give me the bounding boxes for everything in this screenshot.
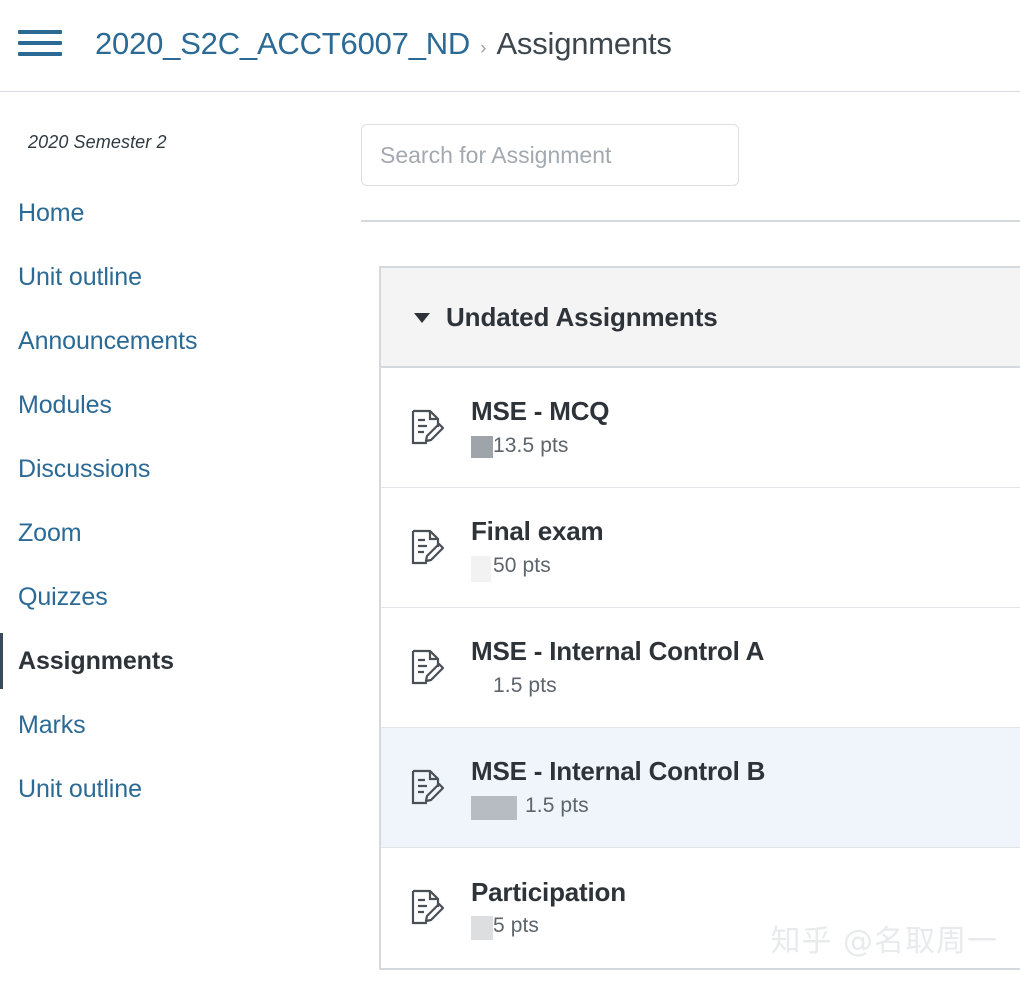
breadcrumb-course-link[interactable]: 2020_S2C_ACCT6007_ND [95,26,470,62]
redaction-block [471,555,491,582]
assignment-meta: 1.5 pts [471,674,764,698]
assignment-title: Participation [471,876,626,907]
chevron-down-icon[interactable] [414,313,430,323]
assignment-points: 1.5 pts [493,673,557,697]
sidebar-item-unit-outline[interactable]: Unit outline [0,245,352,309]
assignment-title: Final exam [471,516,604,547]
hamburger-bar-3 [18,51,62,56]
assignment-text: MSE - Internal Control A 1.5 pts [471,636,765,698]
sidebar-item-modules[interactable]: Modules [0,373,352,437]
sidebar-item-zoom[interactable]: Zoom [0,501,352,565]
hamburger-menu-icon[interactable] [18,26,62,60]
breadcrumb-current-page: Assignments [496,25,672,61]
hamburger-bar-1 [18,29,62,34]
assignment-document-pencil-icon [407,526,447,570]
assignment-points: 50 pts [493,553,551,577]
sidebar-item-marks[interactable]: Marks [0,693,352,757]
assignments-page: 2020_S2C_ACCT6007_ND › Assignments 2020 … [0,0,1020,988]
sidebar-item-quizzes[interactable]: Quizzes [0,565,352,629]
hamburger-bar-2 [18,40,62,45]
search-input[interactable] [361,124,739,186]
assignment-row[interactable]: Participation 5 pts [381,848,1020,968]
assignment-points: 5 pts [493,914,540,938]
assignment-title: MSE - Internal Control B [471,756,766,787]
sidebar-item-home[interactable]: Home [0,181,352,245]
sidebar-item-label: Home [18,198,85,227]
assignment-text: Participation 5 pts [471,876,626,941]
assignment-points: 13.5 pts [493,433,569,457]
assignment-row[interactable]: MSE - Internal Control B 1.5 pts [381,728,1020,848]
assignment-document-pencil-icon [407,886,447,930]
search-divider [361,220,1020,222]
breadcrumb-separator-icon: › [480,37,487,59]
assignments-main: Undated Assignments MSE - [352,92,1020,970]
assignment-title: MSE - Internal Control A [471,636,765,667]
breadcrumb: 2020_S2C_ACCT6007_ND › Assignments [95,26,672,62]
assignment-group-title: Undated Assignments [446,301,718,332]
sidebar-item-label: Quizzes [18,582,108,611]
assignment-row[interactable]: Final exam 50 pts [381,488,1020,608]
sidebar-item-label: Unit outline [18,774,142,803]
assignment-meta: 1.5 pts [471,793,765,820]
sidebar-nav-list: Home Unit outline Announcements Modules … [0,181,352,821]
sidebar-item-label: Announcements [18,326,198,355]
course-sidebar: 2020 Semester 2 Home Unit outline Announ… [0,92,352,821]
sidebar-item-label: Unit outline [18,262,142,291]
assignment-group-card: Undated Assignments MSE - MCQ 13.5 pts F… [379,266,1020,970]
sidebar-item-label: Zoom [18,518,82,547]
assignment-row[interactable]: MSE - MCQ 13.5 pts [381,368,1020,488]
assignment-group-header[interactable]: Undated Assignments [381,268,1020,368]
assignment-meta: 5 pts [471,914,626,941]
assignment-title: MSE - MCQ [471,396,610,427]
sidebar-item-assignments[interactable]: Assignments [0,629,352,693]
sidebar-item-discussions[interactable]: Discussions [0,437,352,501]
redaction-block [471,795,517,820]
sidebar-item-unit-outline-2[interactable]: Unit outline [0,757,352,821]
redaction-block [471,916,493,941]
assignment-document-pencil-icon [407,766,447,810]
assignment-document-pencil-icon [407,646,447,690]
sidebar-item-announcements[interactable]: Announcements [0,309,352,373]
page-header: 2020_S2C_ACCT6007_ND › Assignments [0,0,1020,92]
assignment-row[interactable]: MSE - Internal Control A 1.5 pts [381,608,1020,728]
sidebar-item-label: Marks [18,710,86,739]
assignment-text: Final exam 50 pts [471,516,604,582]
assignment-text: MSE - MCQ 13.5 pts [471,396,610,458]
search-row [352,124,1020,186]
page-body: 2020 Semester 2 Home Unit outline Announ… [0,92,1020,988]
sidebar-item-label: Modules [18,390,112,419]
assignment-document-pencil-icon [407,406,447,450]
sidebar-item-label: Discussions [18,454,151,483]
assignment-meta: 50 pts [471,553,603,582]
sidebar-item-label: Assignments [18,646,174,675]
assignment-points: 1.5 pts [525,793,589,817]
assignment-text: MSE - Internal Control B 1.5 pts [471,756,766,820]
redaction-block [471,435,493,458]
assignment-meta: 13.5 pts [471,434,609,458]
term-label: 2020 Semester 2 [28,132,167,152]
